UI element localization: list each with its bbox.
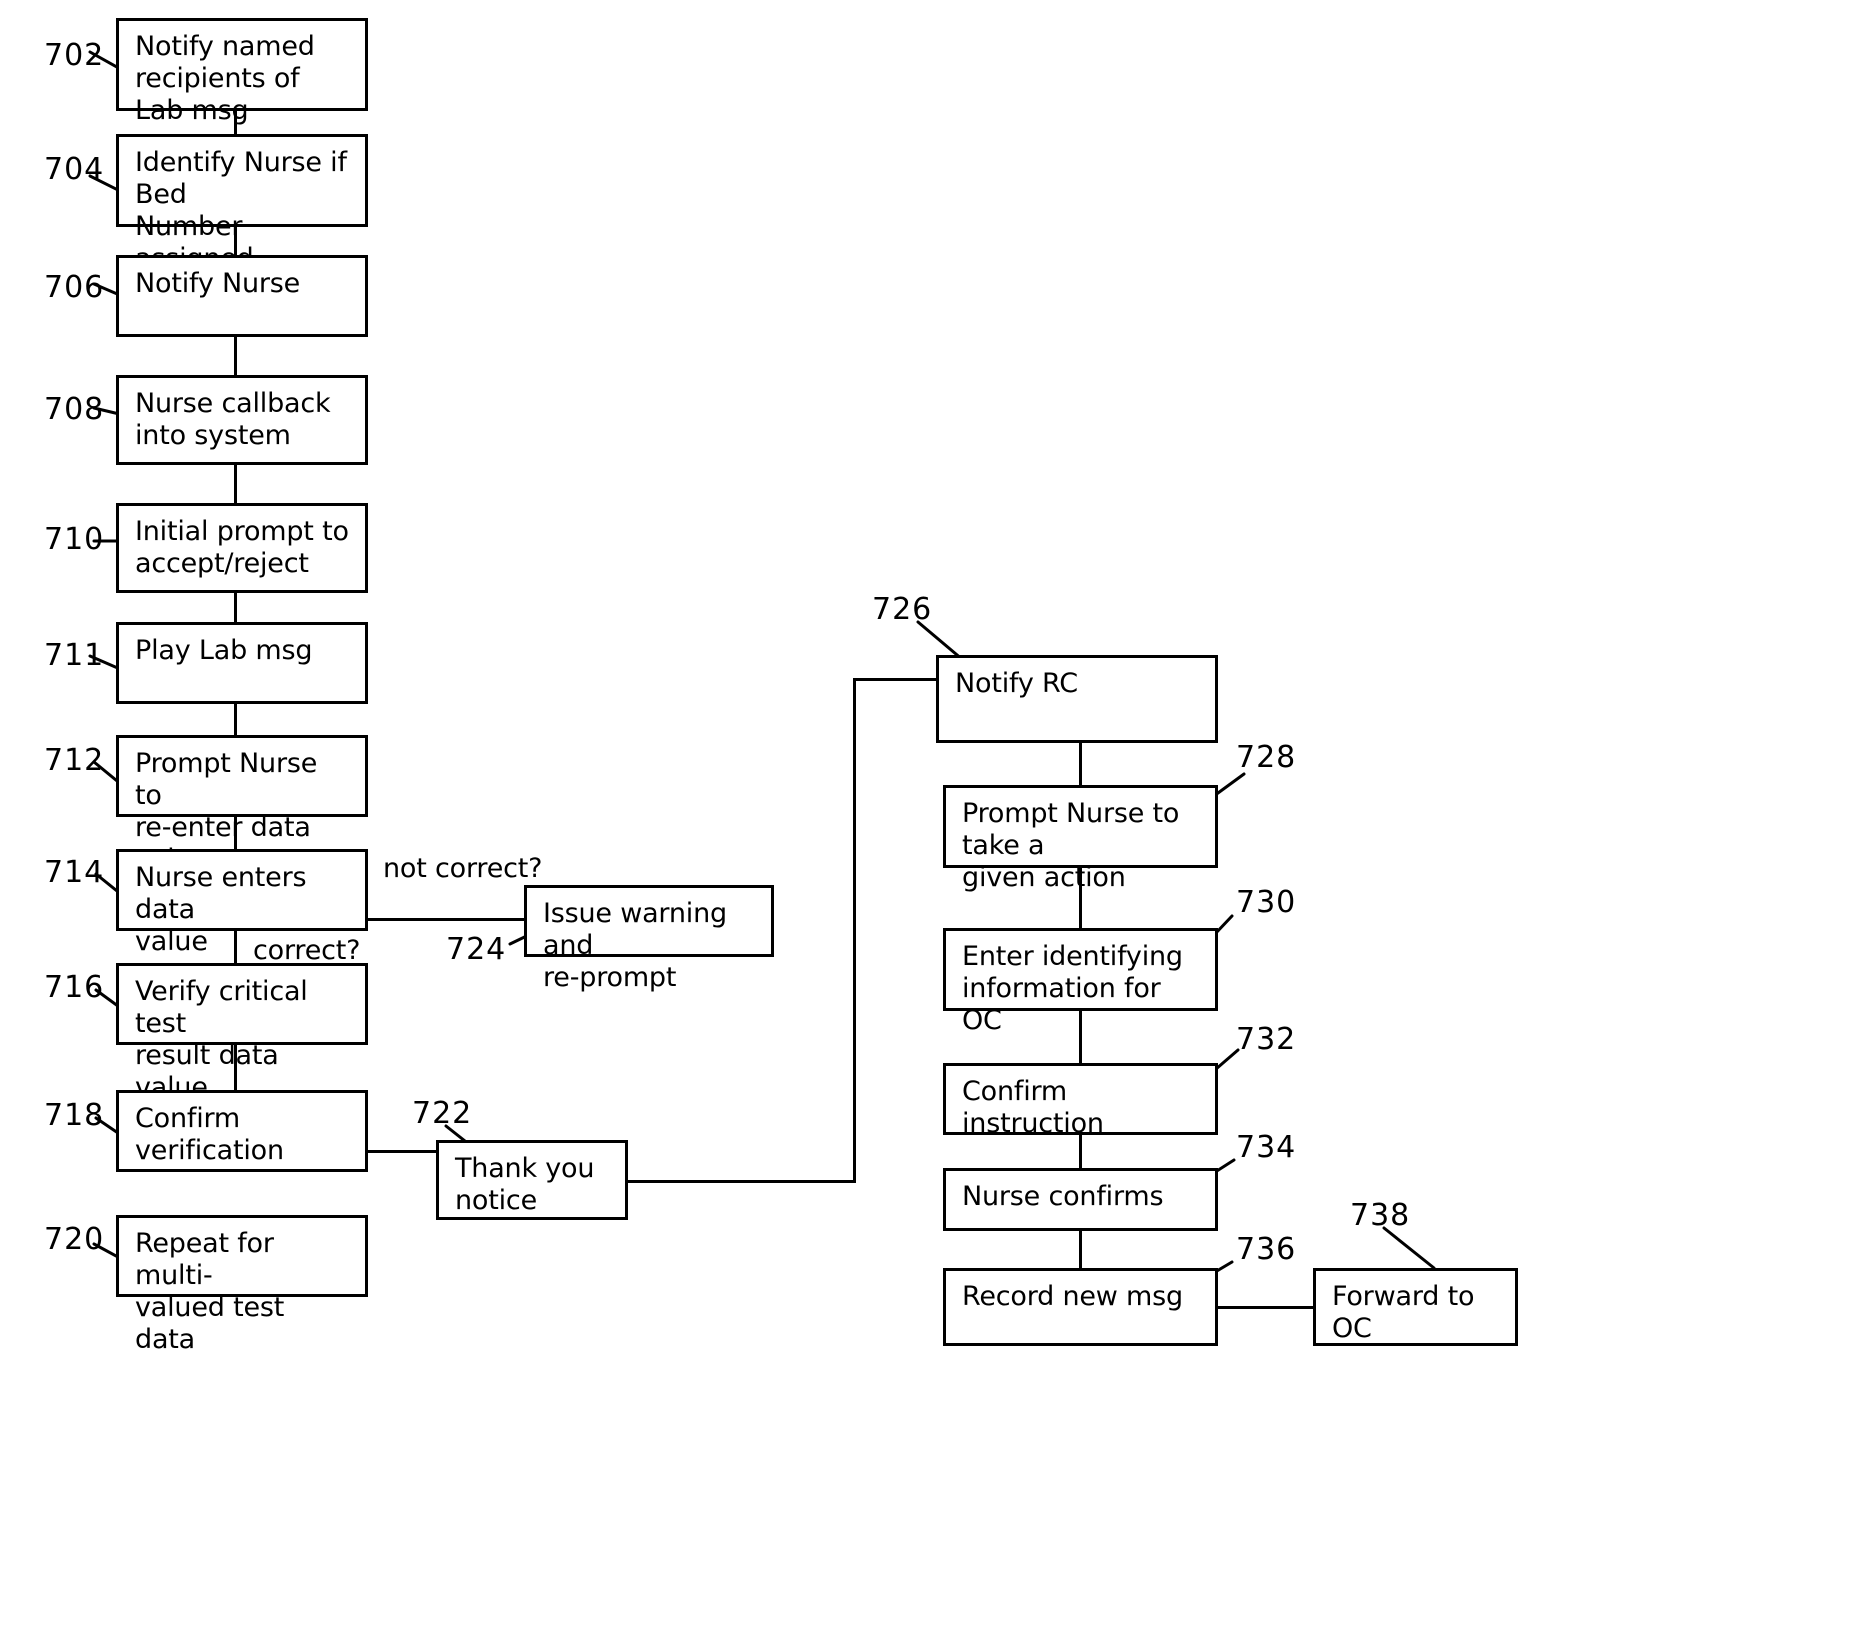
flow-node-712: Prompt Nurse to re-enter data value — [116, 735, 368, 875]
flow-node-722: Thank you notice — [436, 1140, 628, 1220]
connector-710-711 — [234, 593, 237, 622]
flow-node-728: Prompt Nurse to take a given action — [943, 785, 1218, 893]
edge-label-correct: correct? — [253, 935, 361, 966]
ref-numeral-711: 711 — [44, 638, 105, 673]
flow-node-718: Confirm verification — [116, 1090, 368, 1172]
ref-numeral-734: 734 — [1236, 1130, 1297, 1165]
ref-numeral-702: 702 — [44, 38, 105, 73]
connector-732-734 — [1079, 1135, 1082, 1168]
ref-numeral-708: 708 — [44, 392, 105, 427]
flow-node-714: Nurse enters data value — [116, 849, 368, 957]
flow-node-734: Nurse confirms — [943, 1168, 1218, 1231]
connector-736-738 — [1218, 1306, 1313, 1309]
figure-canvas: Notify named recipients of Lab msg Ident… — [0, 0, 1868, 1643]
ref-numeral-730: 730 — [1236, 885, 1297, 920]
flow-node-736: Record new msg — [943, 1268, 1218, 1346]
flow-node-726: Notify RC — [936, 655, 1218, 743]
flow-node-702: Notify named recipients of Lab msg — [116, 18, 368, 126]
ref-numeral-718: 718 — [44, 1098, 105, 1133]
flow-node-716: Verify critical test result data value — [116, 963, 368, 1103]
ref-numeral-720: 720 — [44, 1222, 105, 1257]
ref-numeral-728: 728 — [1236, 740, 1297, 775]
connector-718-722 — [368, 1150, 438, 1153]
flow-node-730: Enter identifying information for OC — [943, 928, 1218, 1036]
flow-node-738: Forward to OC — [1313, 1268, 1518, 1346]
flow-node-720: Repeat for multi- valued test data — [116, 1215, 368, 1355]
flow-node-708: Nurse callback into system — [116, 375, 368, 465]
connector-bus-vertical — [853, 678, 856, 1183]
connector-711-712 — [234, 704, 237, 735]
ref-numeral-710: 710 — [44, 522, 105, 557]
connector-734-736 — [1079, 1231, 1082, 1268]
flow-node-711: Play Lab msg — [116, 622, 368, 704]
connector-726-728 — [1079, 743, 1082, 785]
ref-numeral-736: 736 — [1236, 1232, 1297, 1267]
connector-706-708 — [234, 337, 237, 375]
ref-numeral-738: 738 — [1350, 1198, 1411, 1233]
ref-numeral-716: 716 — [44, 970, 105, 1005]
ref-numeral-706: 706 — [44, 270, 105, 305]
edge-label-not-correct: not correct? — [383, 853, 543, 884]
connector-722-bus — [628, 1180, 856, 1183]
ref-numeral-732: 732 — [1236, 1022, 1297, 1057]
connector-730-732 — [1079, 1011, 1082, 1063]
ref-numeral-726: 726 — [872, 592, 933, 627]
flow-node-732: Confirm instruction — [943, 1063, 1218, 1139]
ref-numeral-724: 724 — [446, 932, 507, 967]
flow-node-706: Notify Nurse — [116, 255, 368, 337]
ref-numeral-722: 722 — [412, 1096, 473, 1131]
flow-node-704: Identify Nurse if Bed Number assigned — [116, 134, 368, 274]
ref-numeral-704: 704 — [44, 152, 105, 187]
ref-numeral-714: 714 — [44, 855, 105, 890]
connector-bus-726 — [853, 678, 939, 681]
ref-numeral-712: 712 — [44, 743, 105, 778]
connector-714-716 — [234, 931, 237, 963]
flow-node-724: Issue warning and re-prompt — [524, 885, 774, 993]
connector-708-710 — [234, 465, 237, 503]
flow-node-710: Initial prompt to accept/reject — [116, 503, 368, 593]
connector-714-724 — [368, 918, 526, 921]
